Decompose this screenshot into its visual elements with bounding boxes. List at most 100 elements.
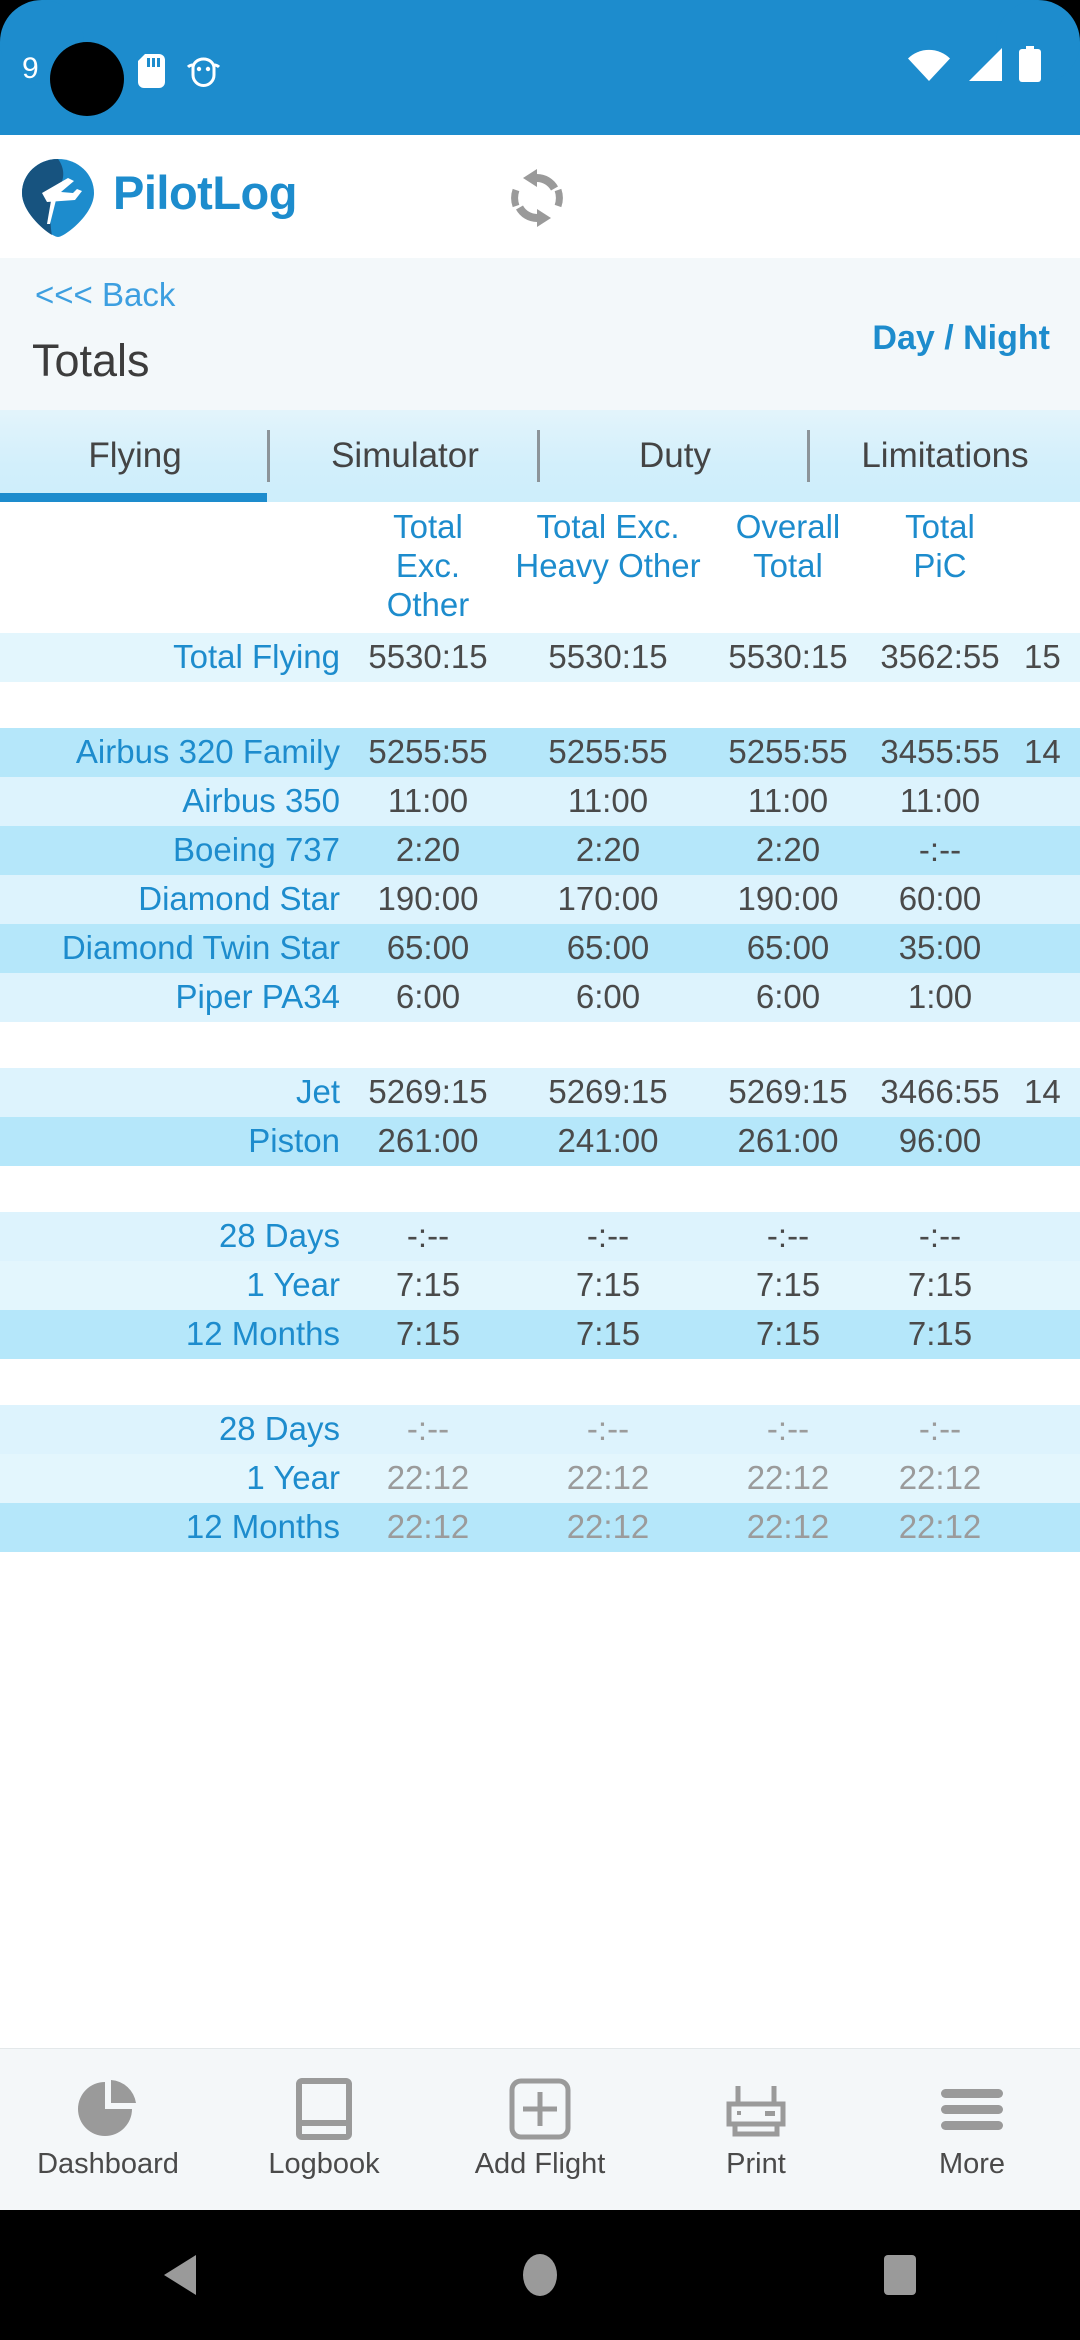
table-header-row: Total Exc. Other Total Exc. Heavy Other Over…: [0, 502, 1080, 633]
refresh-sync-icon[interactable]: [504, 165, 570, 231]
cell-value: 190:00: [377, 880, 479, 918]
cell-value: 7:15: [395, 1266, 461, 1304]
group-spacer: [0, 681, 1080, 728]
column-header-line1: Total: [905, 508, 975, 545]
row-label: 28 Days: [218, 1410, 340, 1448]
cell-value: 6:00: [755, 978, 821, 1016]
totals-table: Total Exc. Other Total Exc. Heavy Other Over…: [0, 502, 1080, 1552]
cell-value: 60:00: [898, 880, 982, 918]
column-header-line2: PiC: [913, 546, 967, 584]
cell-value: 22:12: [386, 1508, 470, 1546]
table-row[interactable]: Piston 261:00 241:00 261:00 96:00: [0, 1116, 1080, 1166]
column-header-line1: Total Exc.: [536, 508, 680, 545]
screen-corner-left: [0, 0, 84, 84]
row-label: 28 Days: [218, 1217, 340, 1255]
nav-item-print[interactable]: Print: [648, 2078, 864, 2181]
back-button[interactable]: <<< Back: [35, 276, 175, 314]
android-debug-icon: [186, 54, 221, 93]
table-row[interactable]: 1 Year 22:12 22:12 22:12 22:12: [0, 1453, 1080, 1503]
content-filler: [0, 1551, 1080, 2048]
cell-value: 96:00: [898, 1122, 982, 1160]
tab-bar: Flying Simulator Duty Limitations: [0, 410, 1080, 502]
cell-value: 11:00: [899, 782, 981, 820]
nav-item-more[interactable]: More: [864, 2078, 1080, 2181]
triangle-back-icon[interactable]: [100, 2251, 260, 2299]
cell-value: -:--: [406, 1410, 450, 1448]
circle-home-icon[interactable]: [460, 2251, 620, 2299]
camera-punch-hole: [50, 42, 124, 116]
tab-duty[interactable]: Duty: [540, 410, 810, 502]
nav-label-logbook: Logbook: [268, 2148, 380, 2180]
cell-value: 11:00: [567, 782, 649, 820]
table-row[interactable]: 1 Year 7:15 7:15 7:15 7:15: [0, 1260, 1080, 1310]
column-header-4: Total PiC: [864, 508, 1016, 586]
cell-value: 14: [1024, 733, 1061, 771]
square-recents-icon[interactable]: [820, 2251, 980, 2299]
nav-label-more: More: [938, 2148, 1006, 2180]
cell-value: 7:15: [907, 1266, 973, 1304]
table-row[interactable]: 12 Months 7:15 7:15 7:15 7:15: [0, 1309, 1080, 1359]
table-row[interactable]: 12 Months 22:12 22:12 22:12 22:12: [0, 1502, 1080, 1552]
day-night-toggle[interactable]: Day / Night: [872, 319, 1050, 358]
cell-value: 3466:55: [880, 1073, 1000, 1111]
cell-value: 22:12: [746, 1459, 830, 1497]
plus-square-icon: [509, 2078, 571, 2140]
printer-icon: [721, 2078, 791, 2140]
column-header-2: Total Exc. Heavy Other: [504, 508, 712, 586]
column-header-line2: Heavy Other: [515, 546, 701, 584]
status-bar: 9: [0, 0, 1080, 135]
cell-value: 2:20: [395, 831, 461, 869]
cell-value: 35:00: [898, 929, 982, 967]
cell-value: 65:00: [746, 929, 830, 967]
cell-value: 5255:55: [548, 733, 668, 771]
column-header-line1: Overall: [735, 508, 841, 545]
row-label: Piper PA34: [175, 978, 340, 1016]
table-row[interactable]: Boeing 737 2:20 2:20 2:20 -:--: [0, 825, 1080, 875]
row-label: Total Flying: [173, 638, 340, 676]
cell-value: -:--: [766, 1217, 810, 1255]
table-row[interactable]: Total Flying 5530:15 5530:15 5530:15 3562:55…: [0, 632, 1080, 682]
cell-value: 5530:15: [368, 638, 488, 676]
pilotlog-pin-logo: [22, 159, 94, 237]
cell-value: 65:00: [386, 929, 470, 967]
cell-value: 190:00: [737, 880, 839, 918]
cellular-signal-icon: [966, 47, 1002, 86]
tab-simulator[interactable]: Simulator: [270, 410, 540, 502]
cell-value: -:--: [918, 1217, 962, 1255]
nav-label-add-flight: Add Flight: [474, 2148, 606, 2180]
book-icon: [296, 2078, 352, 2140]
table-row[interactable]: Airbus 320 Family 5255:55 5255:55 5255:55 34…: [0, 727, 1080, 777]
row-label: Airbus 320 Family: [75, 733, 340, 771]
table-row[interactable]: 28 Days -:-- -:-- -:-- -:--: [0, 1404, 1080, 1454]
sd-card-icon: [138, 54, 165, 93]
table-row[interactable]: Airbus 350 11:00 11:00 11:00 11:00: [0, 776, 1080, 826]
cell-value: 22:12: [566, 1459, 650, 1497]
app-root: 9 PilotLog <<< Back Totals Day / Night F…: [0, 0, 1080, 2340]
row-label: Diamond Twin Star: [61, 929, 340, 967]
row-label: 1 Year: [246, 1266, 340, 1304]
table-row[interactable]: Jet 5269:15 5269:15 5269:15 3466:55 14: [0, 1067, 1080, 1117]
active-tab-indicator: [0, 493, 267, 502]
table-row[interactable]: Diamond Star 190:00 170:00 190:00 60:00: [0, 874, 1080, 924]
row-label: 1 Year: [246, 1459, 340, 1497]
cell-value: 22:12: [386, 1459, 470, 1497]
tab-limitations[interactable]: Limitations: [810, 410, 1080, 502]
nav-label-dashboard: Dashboard: [37, 2148, 179, 2180]
cell-value: 5269:15: [368, 1073, 488, 1111]
cell-value: 5530:15: [548, 638, 668, 676]
cell-value: 14: [1024, 1073, 1061, 1111]
nav-item-add-flight[interactable]: Add Flight: [432, 2078, 648, 2181]
nav-item-dashboard[interactable]: Dashboard: [0, 2078, 216, 2181]
tab-flying[interactable]: Flying: [0, 410, 270, 502]
nav-item-logbook[interactable]: Logbook: [216, 2078, 432, 2181]
row-label: Piston: [248, 1122, 340, 1160]
table-row[interactable]: Piper PA34 6:00 6:00 6:00 1:00: [0, 972, 1080, 1022]
cell-value: 11:00: [387, 782, 469, 820]
row-label: Boeing 737: [173, 831, 340, 869]
column-header-1: Total Exc. Other: [352, 508, 504, 625]
table-row[interactable]: 28 Days -:-- -:-- -:-- -:--: [0, 1211, 1080, 1261]
cell-value: 7:15: [907, 1315, 973, 1353]
tab-label: Simulator: [331, 436, 479, 475]
cell-value: 5255:55: [368, 733, 488, 771]
table-row[interactable]: Diamond Twin Star 65:00 65:00 65:00 35:00: [0, 923, 1080, 973]
